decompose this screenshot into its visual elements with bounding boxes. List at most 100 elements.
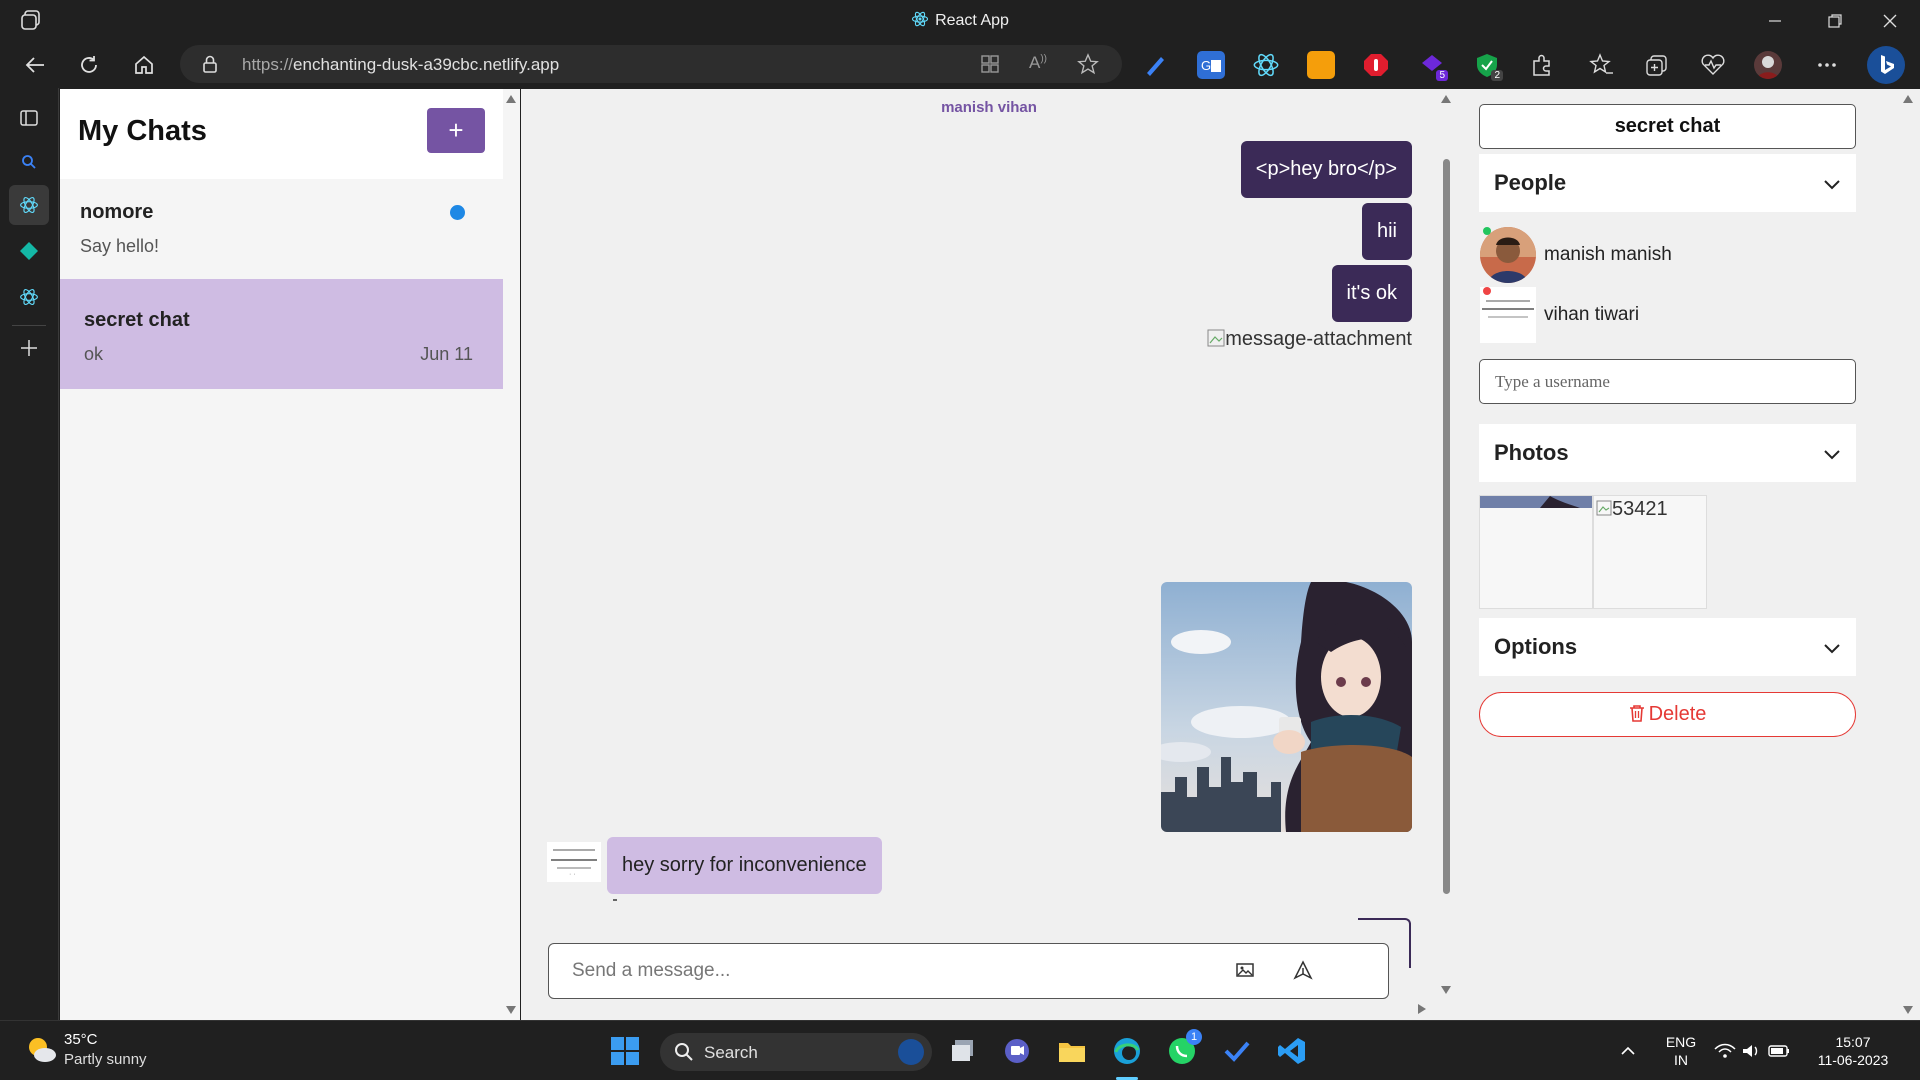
minimize-button[interactable]	[1745, 0, 1805, 41]
chat-card-nomore[interactable]: nomore Say hello!	[60, 179, 503, 277]
scroll-up-arrow-icon[interactable]	[506, 95, 516, 103]
react-devtools-extension-icon[interactable]	[1252, 51, 1280, 79]
whatsapp-badge: 1	[1186, 1029, 1202, 1045]
person-avatar	[1480, 287, 1536, 343]
photo-thumbnail[interactable]	[1479, 495, 1593, 609]
scroll-down-arrow-icon[interactable]	[1441, 986, 1451, 994]
chat-feed-scrollbar[interactable]	[1438, 89, 1455, 1000]
username-input[interactable]: Type a username	[1479, 359, 1856, 404]
language-indicator[interactable]: ENG IN	[1665, 1033, 1697, 1069]
offline-status-dot	[1483, 287, 1491, 295]
delete-label: Delete	[1648, 703, 1707, 725]
broken-message-attachment: message-attachment	[1207, 328, 1412, 351]
person-name: vihan tiwari	[1544, 304, 1640, 325]
send-icon[interactable]	[1293, 960, 1317, 984]
message-composer[interactable]: Send a message...	[548, 943, 1389, 999]
task-view-icon[interactable]	[945, 1033, 981, 1069]
photo-thumbnail[interactable]: 53421	[1593, 495, 1707, 609]
close-window-button[interactable]	[1860, 0, 1920, 41]
vscode-icon[interactable]	[1274, 1033, 1310, 1069]
url-text[interactable]: https://enchanting-dusk-a39cbc.netlify.a…	[242, 55, 559, 75]
settings-more-icon[interactable]	[1813, 51, 1841, 79]
options-accordion-header[interactable]: Options	[1479, 618, 1856, 676]
sidebar-tab-react-icon[interactable]	[9, 277, 49, 317]
weather-temperature: 35°C	[64, 1031, 98, 1048]
svg-text:· ·: · ·	[569, 871, 576, 878]
collections-icon[interactable]	[1643, 51, 1671, 79]
scroll-right-arrow-icon[interactable]	[1418, 1004, 1426, 1014]
tab-actions-icon[interactable]	[9, 98, 49, 138]
chat-card-secret-chat[interactable]: secret chat ok Jun 11	[60, 279, 503, 389]
profile-avatar-icon[interactable]	[1754, 51, 1782, 79]
image-upload-icon[interactable]	[1235, 960, 1259, 984]
translate-extension-icon[interactable]: G	[1197, 51, 1225, 79]
favorites-bar-icon[interactable]	[1588, 51, 1616, 79]
show-hidden-icons-chevron[interactable]	[1614, 1033, 1642, 1069]
purple-extension-badge: 5	[1436, 70, 1448, 81]
sidebar-search-icon[interactable]	[9, 142, 49, 182]
weather-widget[interactable]: 35°C Partly sunny	[24, 1029, 164, 1073]
scroll-up-arrow-icon[interactable]	[1903, 95, 1913, 103]
person-row[interactable]: vihan tiwari	[1480, 287, 1850, 343]
purple-extension-icon[interactable]: 5	[1418, 51, 1448, 81]
read-aloud-icon[interactable]: A))	[1029, 53, 1047, 73]
window-title: React App	[0, 10, 1920, 30]
new-chat-button[interactable]: +	[427, 108, 485, 153]
username-placeholder: Type a username	[1495, 372, 1610, 391]
weather-condition: Partly sunny	[64, 1051, 147, 1068]
delete-chat-button[interactable]: Delete	[1479, 692, 1856, 737]
shield-extension-icon[interactable]: 2	[1473, 51, 1503, 81]
adblock-extension-icon[interactable]	[1362, 51, 1390, 79]
browser-titlebar: React App	[0, 0, 1920, 41]
sidebar-tab-react-active[interactable]	[9, 185, 49, 225]
bing-copilot-icon[interactable]	[1867, 46, 1905, 84]
new-tab-plus-icon[interactable]	[9, 328, 49, 368]
my-message-bubble: hii	[1361, 203, 1412, 260]
people-accordion-header[interactable]: People	[1479, 154, 1856, 212]
teams-chat-icon[interactable]	[999, 1033, 1035, 1069]
their-message-bubble: hey sorry for inconvenience	[607, 837, 882, 894]
browser-essentials-icon[interactable]	[1699, 51, 1727, 79]
app-available-icon[interactable]	[980, 54, 1000, 79]
scroll-up-arrow-icon[interactable]	[1441, 95, 1451, 103]
windows-start-icon[interactable]	[607, 1033, 643, 1069]
restore-button[interactable]	[1805, 0, 1865, 41]
chat-card-last-message: ok	[84, 344, 104, 364]
scroll-down-arrow-icon[interactable]	[506, 1006, 516, 1014]
chat-list-scrollbar[interactable]	[503, 89, 520, 1020]
whatsapp-icon[interactable]: 1	[1164, 1029, 1202, 1069]
chat-list-body: nomore Say hello! secret chat ok Jun 11	[60, 179, 503, 1020]
photos-label: Photos	[1494, 440, 1569, 465]
taskbar-search-label: Search	[704, 1043, 758, 1062]
edge-browser-icon[interactable]	[1109, 1033, 1145, 1069]
home-button[interactable]	[128, 49, 160, 81]
system-tray-status[interactable]	[1713, 1033, 1793, 1069]
svg-text:G: G	[1201, 58, 1211, 73]
extensions-puzzle-icon[interactable]	[1528, 51, 1556, 79]
partly-sunny-icon	[24, 1033, 58, 1072]
taskbar-search-box[interactable]: Search	[660, 1033, 932, 1071]
address-bar[interactable]: https://enchanting-dusk-a39cbc.netlify.a…	[180, 45, 1122, 83]
settings-chat-title[interactable]: secret chat	[1479, 104, 1856, 149]
sidebar-tab-teal-icon[interactable]	[9, 231, 49, 271]
orange-extension-icon[interactable]	[1307, 51, 1335, 79]
person-row[interactable]: manish manish	[1480, 227, 1850, 283]
clock[interactable]: 15:07 11-06-2023	[1808, 1033, 1898, 1069]
language-code: ENG	[1665, 1034, 1697, 1050]
chevron-down-icon	[1822, 444, 1842, 464]
clock-time: 15:07	[1835, 1034, 1871, 1050]
message-input[interactable]: Send a message...	[572, 960, 730, 982]
broken-attachment-alt-text: message-attachment	[1225, 328, 1412, 350]
scrollbar-thumb[interactable]	[1443, 159, 1450, 894]
photos-accordion-header[interactable]: Photos	[1479, 424, 1856, 482]
file-explorer-icon[interactable]	[1054, 1033, 1090, 1069]
pen-extension-icon[interactable]	[1141, 51, 1169, 79]
todo-icon[interactable]	[1219, 1033, 1255, 1069]
page-scrollbar[interactable]	[1900, 89, 1917, 1020]
message-attachment-photo[interactable]	[1161, 582, 1412, 832]
lock-icon[interactable]	[202, 55, 218, 78]
back-button[interactable]	[19, 49, 51, 81]
scroll-down-arrow-icon[interactable]	[1903, 1006, 1913, 1014]
favorite-star-icon[interactable]	[1077, 53, 1099, 80]
refresh-button[interactable]	[73, 49, 105, 81]
